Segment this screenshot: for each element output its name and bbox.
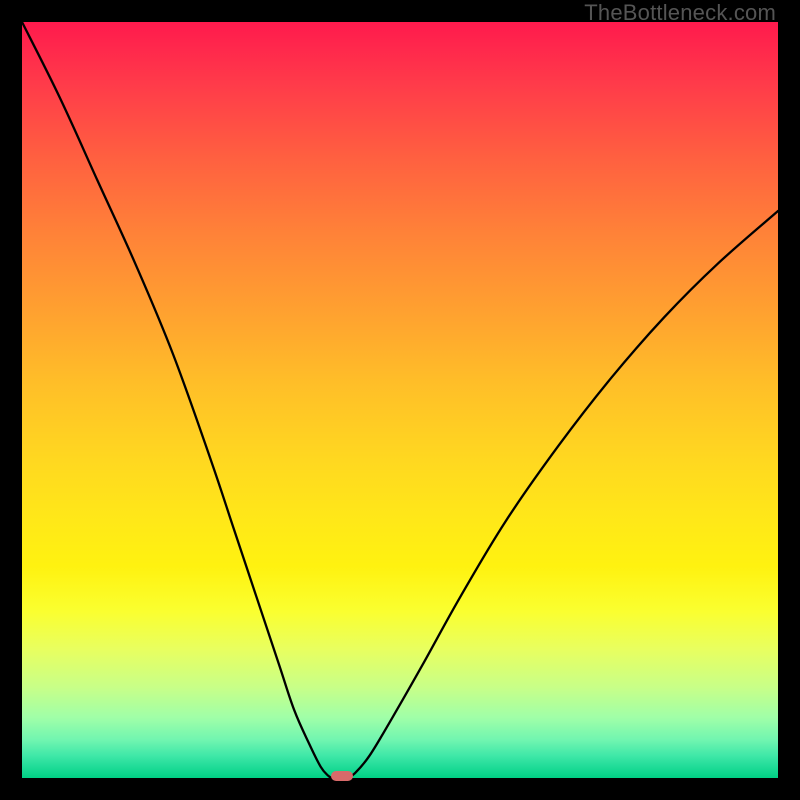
- watermark-text: TheBottleneck.com: [584, 0, 776, 26]
- bottleneck-curve: [22, 22, 778, 778]
- optimal-point-marker: [331, 771, 353, 781]
